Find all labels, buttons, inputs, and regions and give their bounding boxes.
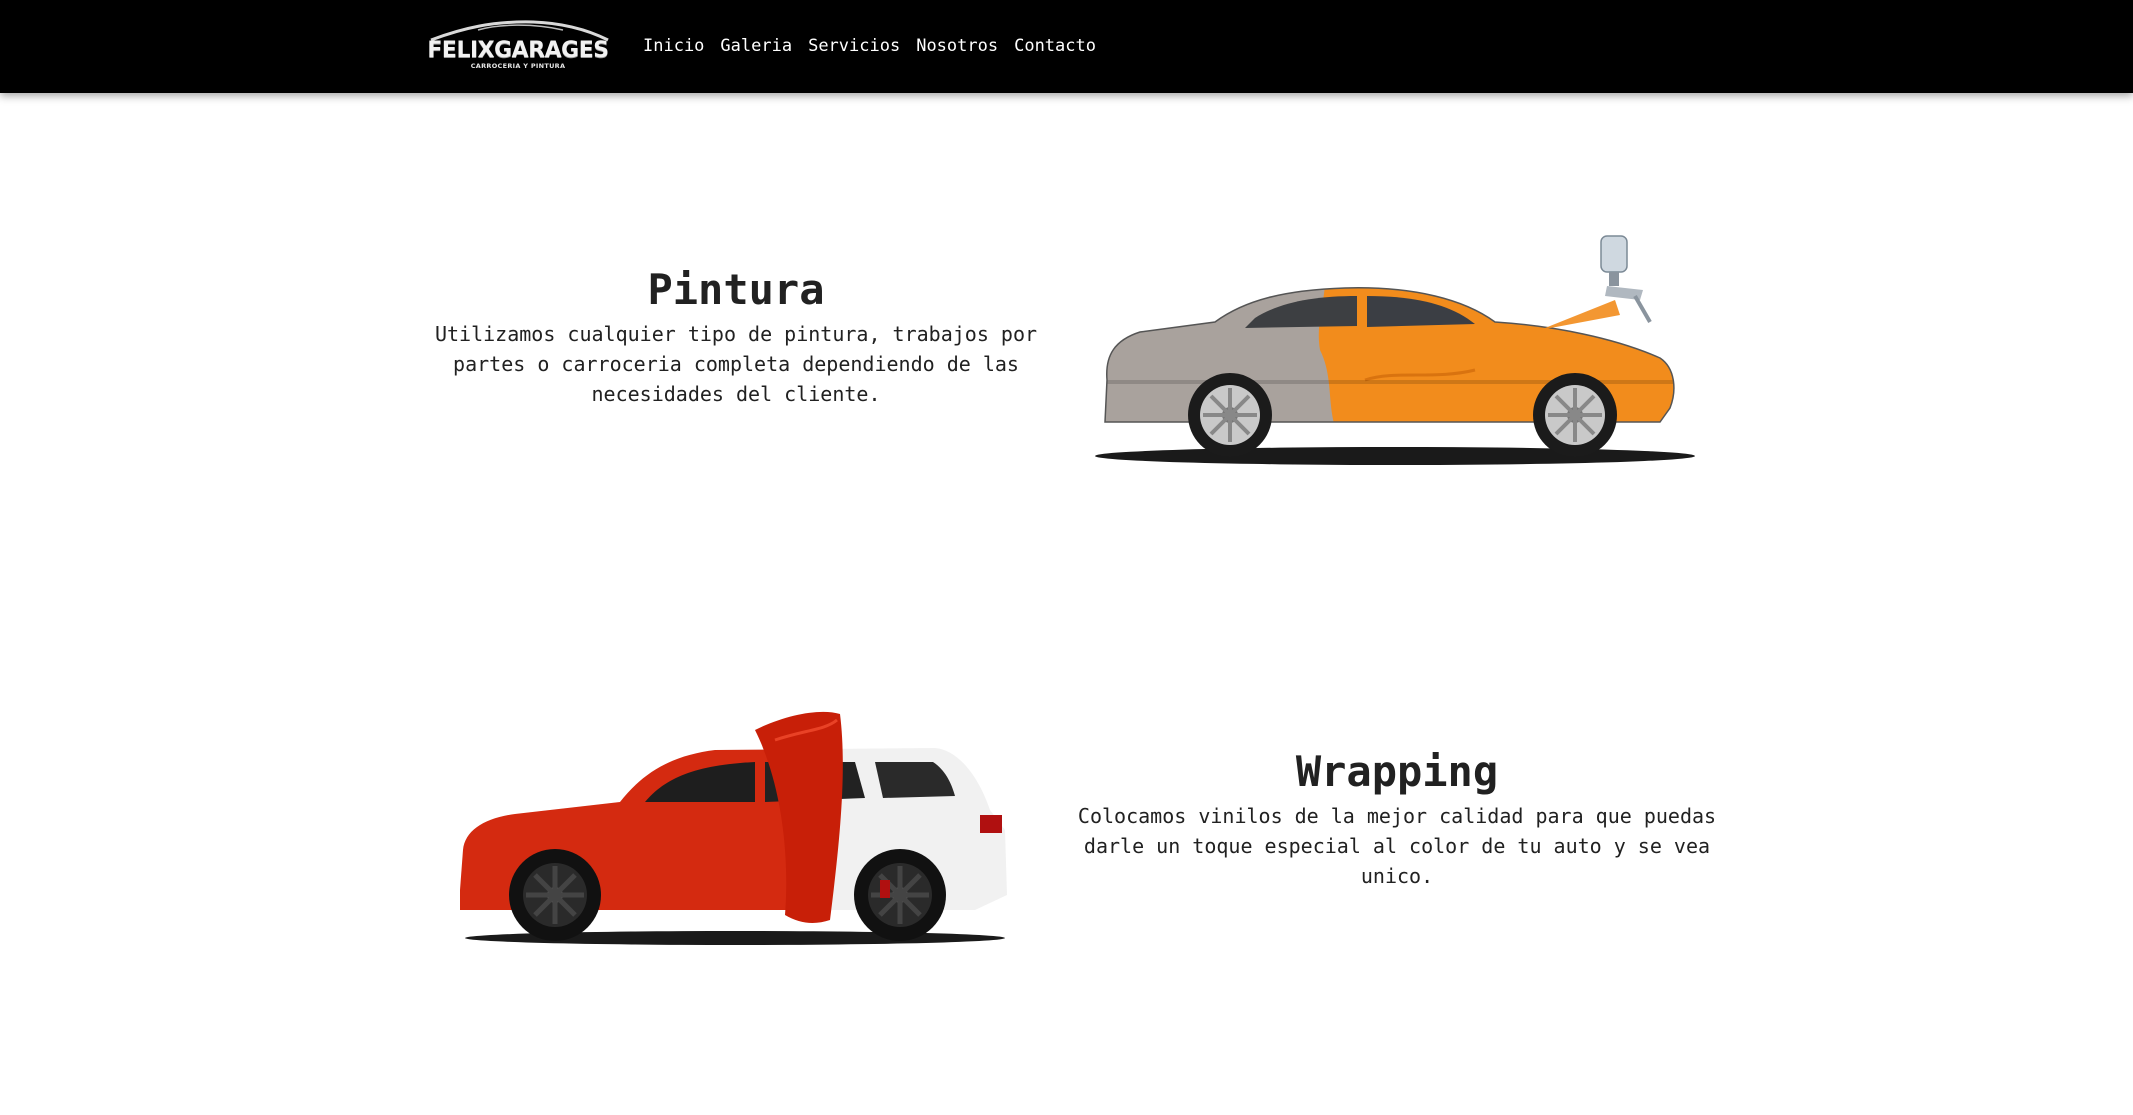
nav-link-contacto[interactable]: Contacto (1014, 35, 1096, 57)
brand-name: FELIXGARAGES (427, 38, 609, 63)
service-title: Pintura (647, 265, 825, 314)
top-navbar: FELIXGARAGES CARROCERIA Y PINTURA Inicio… (0, 0, 2133, 93)
service-description: Utilizamos cualquier tipo de pintura, tr… (434, 322, 1038, 406)
nav-link-nosotros[interactable]: Nosotros (916, 35, 998, 57)
service-wrapping: Wrapping Colocamos vinilos de la mejor c… (1077, 747, 1717, 891)
service-description: Colocamos vinilos de la mejor calidad pa… (1077, 804, 1717, 888)
service-title: Wrapping (1295, 747, 1499, 796)
nav-link-inicio[interactable]: Inicio (643, 35, 704, 57)
wrapped-suv-image (460, 711, 1007, 945)
nav-link-galeria[interactable]: Galeria (720, 35, 792, 57)
brand-subtitle: CARROCERIA Y PINTURA (470, 62, 566, 70)
nav-links: Inicio Galeria Servicios Nosotros Contac… (643, 35, 1112, 57)
brand-logo[interactable]: FELIXGARAGES CARROCERIA Y PINTURA (423, 18, 613, 70)
painted-sedan-image (1095, 235, 1695, 465)
service-pintura: Pintura Utilizamos cualquier tipo de pin… (425, 265, 1047, 409)
nav-link-servicios[interactable]: Servicios (808, 35, 900, 57)
